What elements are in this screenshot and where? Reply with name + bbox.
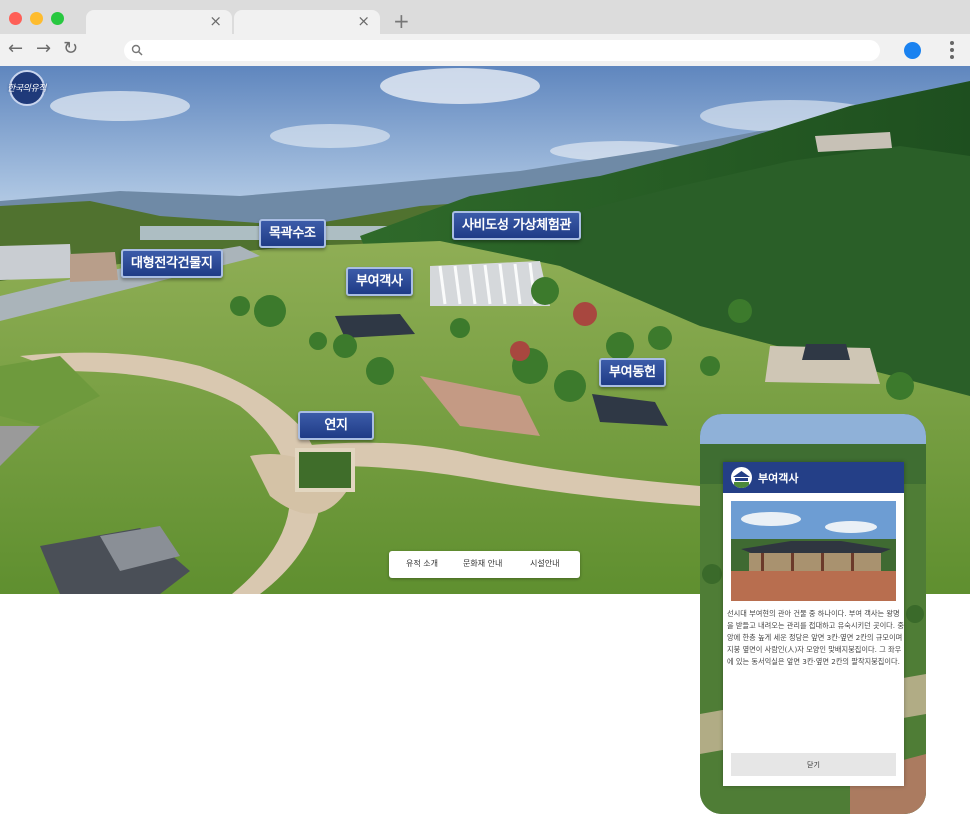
new-tab-icon[interactable]: + bbox=[393, 11, 410, 31]
popup-close-button[interactable]: 닫기 bbox=[731, 753, 896, 776]
reload-icon[interactable]: ↻ bbox=[63, 38, 78, 60]
info-popup-overlay: 부여객사 선시대 부여현의 관아 건물 중 하나이다. 부여 객사는 왕명을 받… bbox=[700, 414, 926, 814]
popup-description: 선시대 부여현의 관아 건물 중 하나이다. 부여 객사는 왕명을 받들고 내려… bbox=[727, 609, 904, 666]
emblem-icon bbox=[731, 467, 752, 488]
hotspot-sabi-virtual-hall[interactable]: 사비도성 가상체험관 bbox=[452, 211, 582, 240]
browser-tab[interactable]: × bbox=[234, 10, 380, 34]
menu-site-intro[interactable]: 유적 소개 bbox=[406, 558, 438, 569]
profile-avatar[interactable] bbox=[904, 42, 921, 59]
browser-tab[interactable]: × bbox=[86, 10, 232, 34]
forward-arrow-icon[interactable]: → bbox=[36, 38, 51, 60]
hotspot-yeonji[interactable]: 연지 bbox=[298, 411, 374, 440]
site-logo[interactable]: 한국의유적 bbox=[7, 70, 46, 106]
browser-window: × × + ← → ↻ 한국의유적 대형전각건물지 목곽수조 사비도성 가상체험… bbox=[0, 0, 970, 814]
bottom-menu: 유적 소개 문화재 안내 시설안내 bbox=[389, 551, 580, 578]
address-input[interactable] bbox=[150, 42, 870, 59]
tab-close-icon[interactable]: × bbox=[209, 13, 222, 29]
hotspot-buyeo-donghyeon[interactable]: 부여동헌 bbox=[599, 358, 666, 387]
hotspot-daehyeong[interactable]: 대형전각건물지 bbox=[121, 249, 223, 278]
browser-toolbar: ← → ↻ bbox=[0, 34, 970, 66]
menu-kebab-icon[interactable] bbox=[950, 41, 954, 62]
window-maximize-dot[interactable] bbox=[51, 12, 64, 25]
info-popup: 부여객사 선시대 부여현의 관아 건물 중 하나이다. 부여 객사는 왕명을 받… bbox=[723, 462, 904, 786]
hotspot-buyeo-gaeksa[interactable]: 부여객사 bbox=[346, 267, 413, 296]
popup-title: 부여객사 bbox=[758, 472, 799, 485]
address-bar[interactable] bbox=[124, 40, 880, 61]
tab-strip: × × + bbox=[0, 0, 970, 34]
window-close-dot[interactable] bbox=[9, 12, 22, 25]
popup-header: 부여객사 bbox=[723, 462, 904, 493]
tab-close-icon[interactable]: × bbox=[357, 13, 370, 29]
window-minimize-dot[interactable] bbox=[30, 12, 43, 25]
menu-heritage-guide[interactable]: 문화재 안내 bbox=[463, 558, 502, 569]
search-icon bbox=[131, 44, 143, 56]
back-arrow-icon[interactable]: ← bbox=[8, 38, 23, 60]
site-logo-text: 한국의유적 bbox=[7, 84, 46, 94]
popup-photo bbox=[731, 501, 896, 601]
menu-facility-guide[interactable]: 시설안내 bbox=[530, 558, 559, 569]
hotspot-mokgwak[interactable]: 목곽수조 bbox=[259, 219, 326, 248]
